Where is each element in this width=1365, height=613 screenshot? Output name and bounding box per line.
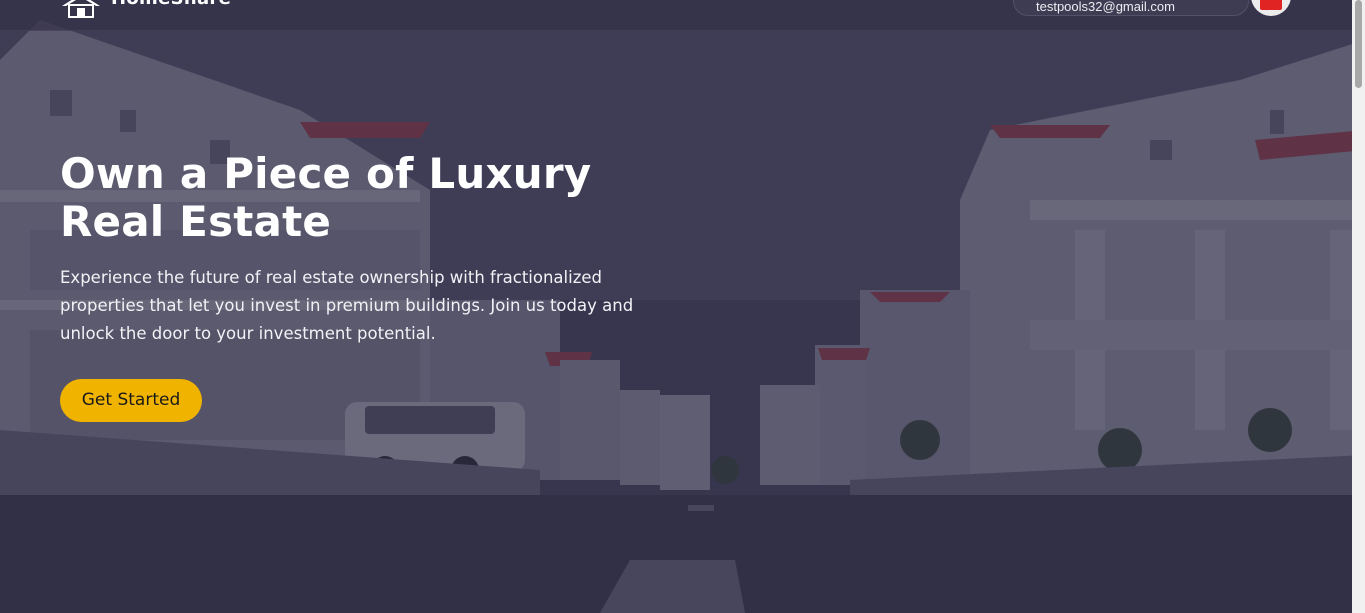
top-navbar: HomeShare testpools32@gmail.com bbox=[0, 0, 1352, 31]
user-email-chip[interactable]: testpools32@gmail.com bbox=[1013, 0, 1249, 16]
get-started-button[interactable]: Get Started bbox=[60, 379, 202, 422]
brand-name[interactable]: HomeShare bbox=[111, 0, 231, 9]
hero-subtitle: Experience the future of real estate own… bbox=[60, 268, 634, 343]
avatar-image bbox=[1260, 0, 1282, 10]
scrollbar-thumb[interactable] bbox=[1355, 0, 1362, 88]
house-logo-icon[interactable] bbox=[60, 0, 102, 18]
page-scrollbar[interactable] bbox=[1352, 0, 1365, 613]
user-avatar-icon[interactable] bbox=[1251, 0, 1291, 16]
hero-title: Own a Piece of Luxury Real Estate bbox=[60, 149, 592, 246]
